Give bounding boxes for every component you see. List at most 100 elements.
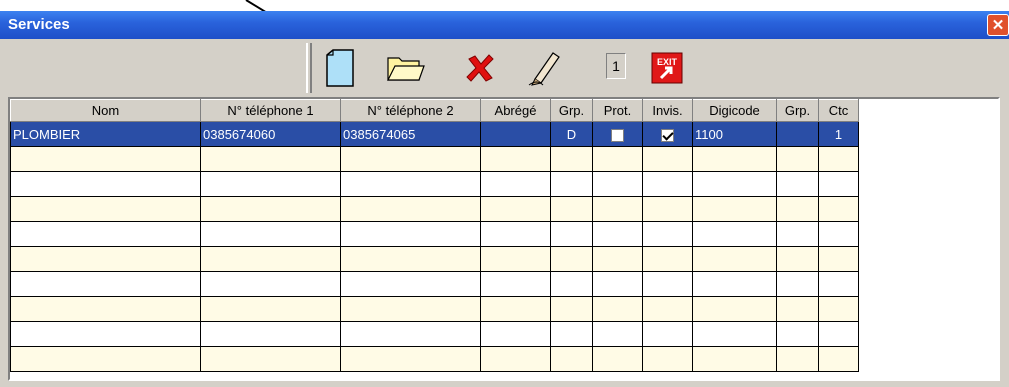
- empty-cell[interactable]: [642, 271, 693, 297]
- empty-cell[interactable]: [340, 296, 481, 322]
- empty-cell[interactable]: [642, 171, 693, 197]
- column-header-tel2[interactable]: N° téléphone 2: [340, 99, 481, 122]
- empty-cell[interactable]: [776, 171, 819, 197]
- empty-cell[interactable]: [10, 246, 201, 272]
- cell-tel1[interactable]: 0385674060: [200, 121, 341, 147]
- empty-cell[interactable]: [692, 196, 777, 222]
- empty-cell[interactable]: [340, 196, 481, 222]
- empty-cell[interactable]: [550, 246, 593, 272]
- empty-cell[interactable]: [340, 146, 481, 172]
- empty-cell[interactable]: [592, 271, 643, 297]
- empty-cell[interactable]: [480, 271, 551, 297]
- delete-button[interactable]: [460, 47, 500, 89]
- empty-cell[interactable]: [340, 271, 481, 297]
- empty-cell[interactable]: [642, 346, 693, 372]
- empty-cell[interactable]: [776, 246, 819, 272]
- empty-cell[interactable]: [10, 171, 201, 197]
- empty-cell[interactable]: [480, 221, 551, 247]
- empty-cell[interactable]: [200, 146, 341, 172]
- empty-table-row[interactable]: [10, 346, 989, 372]
- empty-table-row[interactable]: [10, 296, 989, 322]
- close-button[interactable]: ✕: [987, 14, 1009, 36]
- empty-cell[interactable]: [818, 296, 859, 322]
- empty-cell[interactable]: [10, 321, 201, 347]
- cell-invis[interactable]: [642, 121, 693, 147]
- empty-cell[interactable]: [200, 296, 341, 322]
- empty-cell[interactable]: [692, 171, 777, 197]
- empty-table-row[interactable]: [10, 171, 989, 197]
- empty-cell[interactable]: [340, 221, 481, 247]
- empty-cell[interactable]: [480, 146, 551, 172]
- empty-cell[interactable]: [340, 321, 481, 347]
- empty-table-row[interactable]: [10, 221, 989, 247]
- empty-table-row[interactable]: [10, 271, 989, 297]
- empty-cell[interactable]: [776, 221, 819, 247]
- column-header-grp2[interactable]: Grp.: [776, 99, 819, 122]
- empty-cell[interactable]: [550, 221, 593, 247]
- empty-cell[interactable]: [550, 296, 593, 322]
- edit-button[interactable]: [525, 47, 565, 89]
- empty-cell[interactable]: [550, 346, 593, 372]
- empty-cell[interactable]: [550, 196, 593, 222]
- empty-cell[interactable]: [550, 146, 593, 172]
- empty-cell[interactable]: [592, 171, 643, 197]
- empty-cell[interactable]: [10, 271, 201, 297]
- empty-cell[interactable]: [550, 321, 593, 347]
- empty-cell[interactable]: [592, 196, 643, 222]
- empty-cell[interactable]: [592, 346, 643, 372]
- column-header-prot[interactable]: Prot.: [592, 99, 643, 122]
- services-grid[interactable]: Nom N° téléphone 1 N° téléphone 2 Abrégé…: [8, 97, 1000, 381]
- empty-cell[interactable]: [480, 171, 551, 197]
- empty-cell[interactable]: [200, 171, 341, 197]
- empty-cell[interactable]: [818, 246, 859, 272]
- exit-button[interactable]: EXIT: [647, 47, 687, 89]
- column-header-digicode[interactable]: Digicode: [692, 99, 777, 122]
- empty-cell[interactable]: [592, 321, 643, 347]
- empty-cell[interactable]: [642, 196, 693, 222]
- empty-cell[interactable]: [550, 171, 593, 197]
- column-header-abrege[interactable]: Abrégé: [480, 99, 551, 122]
- empty-cell[interactable]: [692, 346, 777, 372]
- empty-cell[interactable]: [480, 346, 551, 372]
- new-button[interactable]: [320, 47, 360, 89]
- empty-table-row[interactable]: [10, 196, 989, 222]
- empty-cell[interactable]: [480, 296, 551, 322]
- empty-cell[interactable]: [340, 246, 481, 272]
- empty-cell[interactable]: [642, 321, 693, 347]
- column-header-grp[interactable]: Grp.: [550, 99, 593, 122]
- column-header-invis[interactable]: Invis.: [642, 99, 693, 122]
- empty-cell[interactable]: [592, 146, 643, 172]
- table-row[interactable]: PLOMBIER 0385674060 0385674065 D 1100 1: [10, 121, 989, 147]
- empty-cell[interactable]: [818, 271, 859, 297]
- empty-cell[interactable]: [692, 296, 777, 322]
- prot-checkbox[interactable]: [611, 128, 624, 142]
- empty-cell[interactable]: [10, 221, 201, 247]
- column-header-ctc[interactable]: Ctc: [818, 99, 859, 122]
- empty-cell[interactable]: [642, 246, 693, 272]
- empty-cell[interactable]: [200, 246, 341, 272]
- empty-cell[interactable]: [592, 246, 643, 272]
- column-header-nom[interactable]: Nom: [10, 99, 201, 122]
- cell-nom[interactable]: PLOMBIER: [10, 121, 201, 147]
- empty-cell[interactable]: [692, 221, 777, 247]
- empty-cell[interactable]: [818, 146, 859, 172]
- empty-cell[interactable]: [200, 346, 341, 372]
- empty-cell[interactable]: [10, 346, 201, 372]
- empty-cell[interactable]: [818, 171, 859, 197]
- empty-cell[interactable]: [776, 296, 819, 322]
- empty-cell[interactable]: [340, 171, 481, 197]
- empty-cell[interactable]: [200, 321, 341, 347]
- empty-cell[interactable]: [642, 221, 693, 247]
- empty-cell[interactable]: [200, 221, 341, 247]
- empty-cell[interactable]: [200, 271, 341, 297]
- empty-cell[interactable]: [592, 296, 643, 322]
- empty-cell[interactable]: [480, 321, 551, 347]
- empty-cell[interactable]: [692, 246, 777, 272]
- cell-abrege[interactable]: [480, 121, 551, 147]
- empty-cell[interactable]: [480, 246, 551, 272]
- empty-cell[interactable]: [776, 146, 819, 172]
- empty-table-row[interactable]: [10, 321, 989, 347]
- empty-cell[interactable]: [642, 146, 693, 172]
- empty-cell[interactable]: [776, 196, 819, 222]
- empty-cell[interactable]: [692, 321, 777, 347]
